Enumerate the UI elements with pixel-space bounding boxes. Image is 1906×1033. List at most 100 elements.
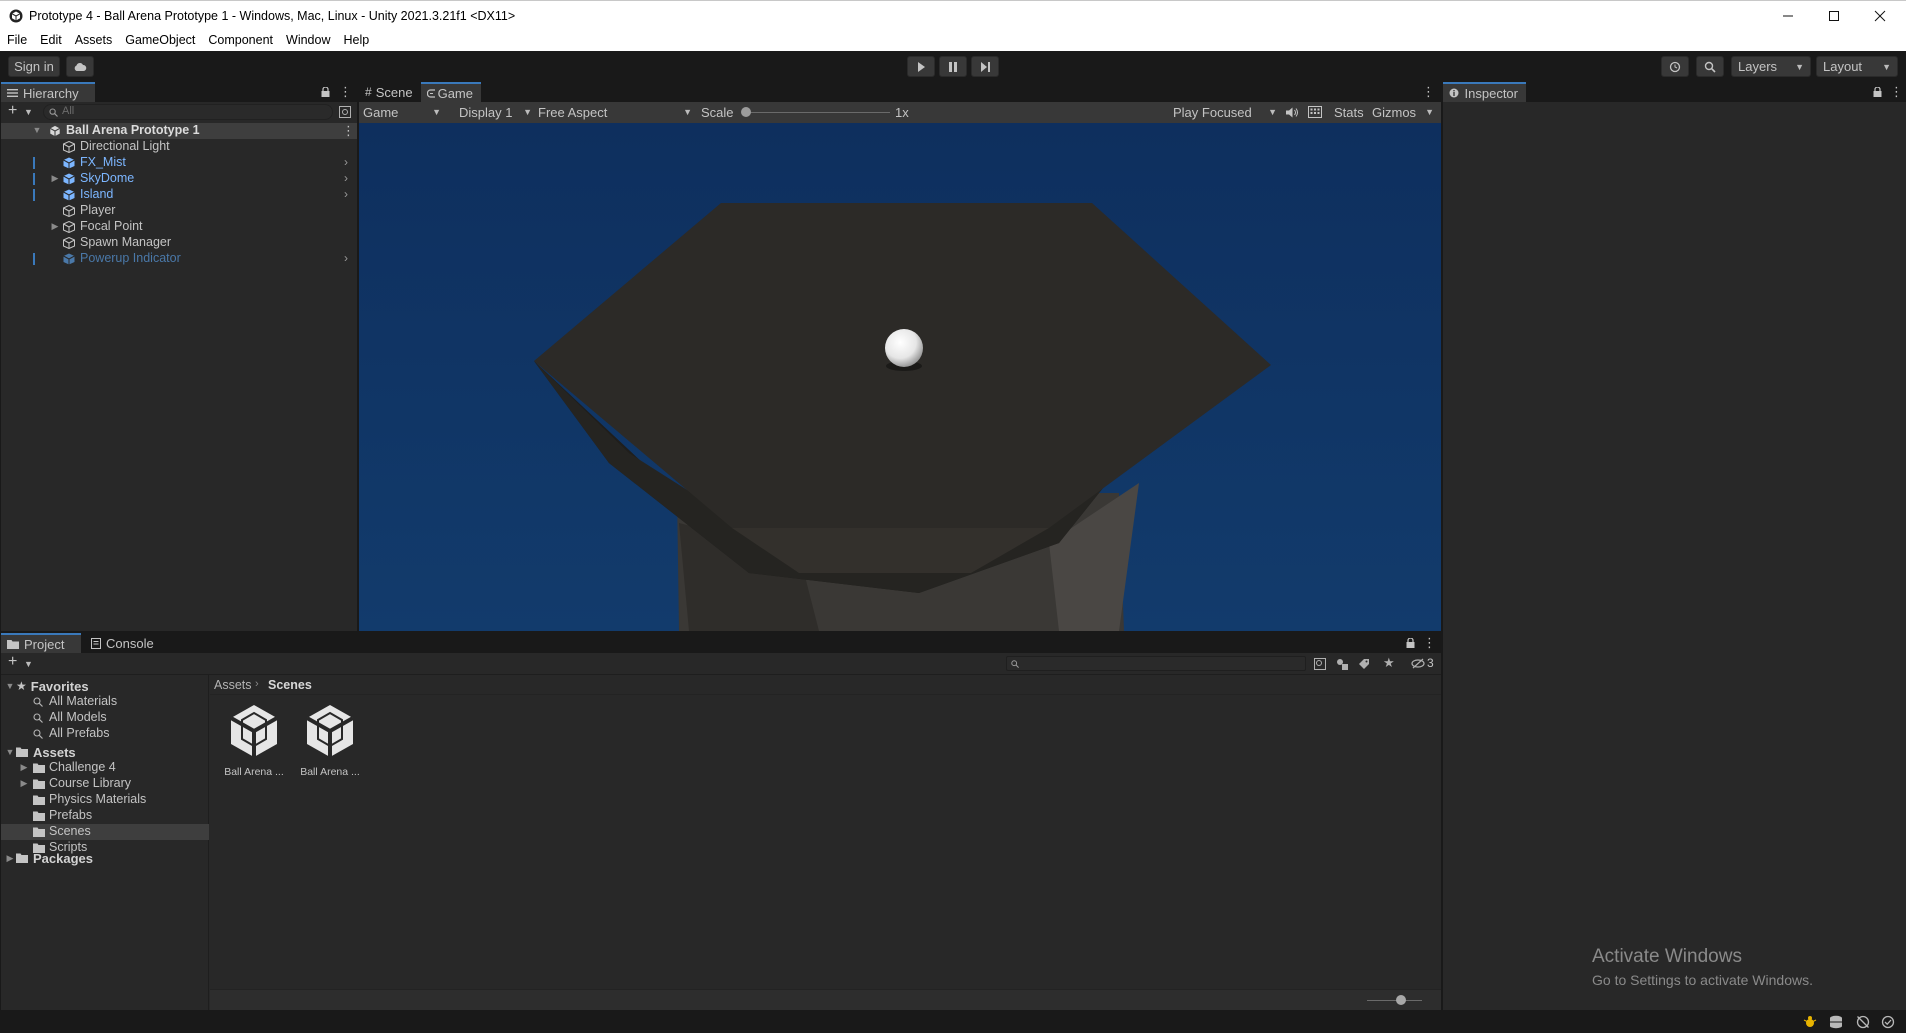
play-button[interactable]: [907, 56, 935, 77]
hierarchy-scene-row[interactable]: ▼ Ball Arena Prototype 1 ⋮: [1, 123, 357, 139]
menu-gameobject[interactable]: GameObject: [118, 30, 201, 47]
assets-section[interactable]: ▼ Assets: [1, 744, 209, 760]
pause-button[interactable]: [939, 56, 967, 77]
tab-hierarchy[interactable]: Hierarchy: [1, 82, 95, 102]
favorites-item[interactable]: All Materials: [1, 694, 209, 710]
hierarchy-item[interactable]: ▶ SkyDome ›: [1, 171, 357, 187]
hierarchy-item[interactable]: FX_Mist ›: [1, 155, 357, 171]
kebab-menu-icon[interactable]: ⋮: [1422, 84, 1435, 100]
maximize-icon[interactable]: [1811, 1, 1857, 31]
gizmos-label: Gizmos: [1372, 104, 1417, 120]
hierarchy-item[interactable]: Spawn Manager: [1, 235, 357, 251]
chevron-down-icon[interactable]: ▼: [24, 107, 33, 117]
display-dropdown[interactable]: Display 1 ▼: [459, 103, 532, 121]
aspect-dropdown[interactable]: Free Aspect ▼: [538, 103, 692, 121]
lock-icon[interactable]: [1873, 87, 1882, 97]
hierarchy-tabstrip: Hierarchy ⋮: [1, 82, 357, 102]
menu-window[interactable]: Window: [279, 30, 336, 47]
layers-dropdown[interactable]: Layers ▼: [1731, 56, 1811, 77]
scene-asset-item[interactable]: Ball Arena ...: [224, 703, 284, 783]
project-folder-item[interactable]: ▶ Challenge 4: [1, 760, 209, 776]
project-folder-item[interactable]: ▶ Course Library: [1, 776, 209, 792]
lock-icon[interactable]: [1406, 638, 1415, 648]
collapsed-arrow-icon[interactable]: ▶: [18, 762, 30, 773]
collapsed-arrow-icon[interactable]: ▶: [49, 173, 61, 184]
favorites-item[interactable]: All Prefabs: [1, 726, 209, 742]
icon-size-slider-handle[interactable]: [1396, 995, 1406, 1005]
gizmos-dropdown[interactable]: Gizmos ▼: [1372, 103, 1434, 121]
step-button[interactable]: [971, 56, 999, 77]
expanded-arrow-icon[interactable]: ▼: [4, 681, 16, 691]
chevron-down-icon[interactable]: ▼: [24, 659, 33, 669]
project-folder-item[interactable]: Scenes: [1, 824, 209, 840]
tab-console[interactable]: Console: [85, 633, 165, 653]
scene-visibility-icon[interactable]: [339, 106, 351, 118]
sign-in-button[interactable]: Sign in: [8, 56, 60, 77]
stats-button[interactable]: Stats: [1334, 103, 1364, 121]
kebab-menu-icon[interactable]: ⋮: [1890, 84, 1903, 100]
expanded-arrow-icon[interactable]: ▼: [31, 125, 43, 135]
open-prefab-chevron-icon[interactable]: ›: [344, 251, 348, 265]
check-circle-icon[interactable]: [1881, 1015, 1895, 1029]
search-button[interactable]: [1696, 56, 1724, 77]
tab-game[interactable]: Game: [421, 82, 481, 102]
open-prefab-chevron-icon[interactable]: ›: [344, 155, 348, 169]
collapsed-arrow-icon[interactable]: ▶: [18, 778, 30, 789]
network-off-icon[interactable]: [1856, 1015, 1870, 1029]
filter-by-type-icon[interactable]: [1336, 658, 1348, 670]
menu-edit[interactable]: Edit: [33, 30, 68, 47]
game-viewport[interactable]: [359, 123, 1441, 631]
breadcrumb-scenes[interactable]: Scenes: [268, 678, 312, 692]
scene-asset-item[interactable]: Ball Arena ...: [300, 703, 360, 783]
scale-slider-handle[interactable]: [741, 107, 751, 117]
project-folder-item[interactable]: Prefabs: [1, 808, 209, 824]
scale-slider-track[interactable]: [743, 112, 890, 113]
add-icon[interactable]: +: [8, 102, 17, 120]
cache-server-icon[interactable]: [1829, 1015, 1843, 1029]
collapsed-arrow-icon[interactable]: ▶: [49, 221, 61, 232]
hierarchy-item[interactable]: Directional Light: [1, 139, 357, 155]
collapsed-arrow-icon[interactable]: ▶: [4, 853, 16, 864]
tab-inspector[interactable]: Inspector: [1443, 82, 1526, 102]
menu-component[interactable]: Component: [201, 30, 279, 47]
favorites-item[interactable]: All Models: [1, 710, 209, 726]
hierarchy-item[interactable]: Powerup Indicator ›: [1, 251, 357, 267]
filter-by-label-icon[interactable]: [1358, 658, 1370, 670]
close-icon[interactable]: [1857, 1, 1903, 31]
project-search-input[interactable]: [1006, 656, 1306, 671]
hidden-packages-icon[interactable]: [1411, 658, 1425, 669]
play-mode-dropdown[interactable]: Play Focused ▼: [1173, 103, 1277, 121]
menu-help[interactable]: Help: [336, 30, 375, 47]
minimize-icon[interactable]: [1765, 1, 1811, 31]
packages-section[interactable]: ▶ Packages: [1, 850, 209, 866]
expanded-arrow-icon[interactable]: ▼: [4, 747, 16, 757]
menu-assets[interactable]: Assets: [68, 30, 119, 47]
search-scope-icon[interactable]: [1314, 658, 1326, 670]
debug-bug-icon[interactable]: [1803, 1015, 1817, 1029]
open-prefab-chevron-icon[interactable]: ›: [344, 187, 348, 201]
mute-audio-icon[interactable]: [1286, 107, 1299, 118]
project-folder-item[interactable]: Physics Materials: [1, 792, 209, 808]
favorites-star-icon[interactable]: ★: [1383, 655, 1395, 671]
tab-scene[interactable]: # Scene: [359, 82, 421, 102]
cloud-button[interactable]: [66, 56, 94, 77]
hierarchy-item[interactable]: Player: [1, 203, 357, 219]
icon-size-slider-track[interactable]: [1367, 1000, 1422, 1001]
kebab-menu-icon[interactable]: ⋮: [1423, 635, 1436, 651]
menu-file[interactable]: File: [0, 30, 33, 47]
breadcrumb-assets[interactable]: Assets: [214, 678, 252, 692]
add-icon[interactable]: +: [8, 653, 17, 671]
hierarchy-item[interactable]: ▶ Focal Point: [1, 219, 357, 235]
favorites-section[interactable]: ▼ ★ Favorites: [1, 678, 209, 694]
kebab-menu-icon[interactable]: ⋮: [339, 84, 352, 100]
keyboard-icon[interactable]: [1308, 106, 1322, 118]
tab-project[interactable]: Project: [1, 633, 81, 653]
lock-icon[interactable]: [321, 87, 330, 97]
kebab-menu-icon[interactable]: ⋮: [342, 123, 355, 139]
game-mode-dropdown[interactable]: Game ▼: [363, 103, 445, 121]
layout-dropdown[interactable]: Layout ▼: [1816, 56, 1898, 77]
hierarchy-item[interactable]: Island ›: [1, 187, 357, 203]
open-prefab-chevron-icon[interactable]: ›: [344, 171, 348, 185]
hierarchy-search-input[interactable]: All: [43, 104, 333, 120]
undo-history-button[interactable]: [1661, 56, 1689, 77]
